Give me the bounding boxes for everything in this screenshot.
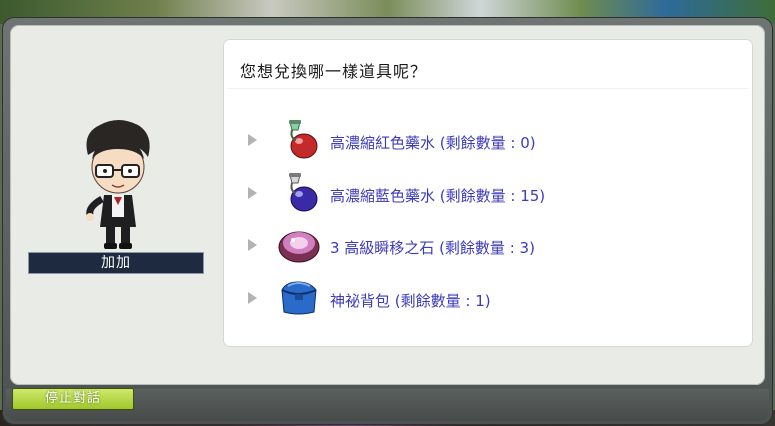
red-potion-icon xyxy=(289,120,318,159)
option-blue-potion[interactable]: 高濃縮藍色藥水 (剩餘數量 : 15) xyxy=(248,173,738,213)
option-teleport-rock[interactable]: 3 高級瞬移之石 (剩餘數量 : 3) xyxy=(248,225,738,265)
arrow-right-icon xyxy=(248,134,257,146)
arrow-right-icon xyxy=(248,187,257,199)
divider xyxy=(228,88,748,89)
option-label: 高濃縮藍色藥水 (剩餘數量 : 15) xyxy=(330,187,546,205)
mystery-bag-icon xyxy=(281,281,317,315)
option-mystery-bag[interactable]: 神祕背包 (剩餘數量 : 1) xyxy=(248,278,738,318)
arrow-right-icon xyxy=(248,239,257,251)
teleport-rock-icon xyxy=(278,231,320,263)
dialog-content-panel: 您想兌換哪一樣道具呢？ 高濃縮紅色藥水 (剩餘數量 : 0) 高濃縮藍色藥水 (… xyxy=(224,40,752,346)
stop-conversation-button[interactable]: 停止對話 xyxy=(12,388,134,410)
npc-name-plate: 加加 xyxy=(28,252,204,274)
option-label: 神祕背包 (剩餘數量 : 1) xyxy=(330,292,491,310)
option-red-potion[interactable]: 高濃縮紅色藥水 (剩餘數量 : 0) xyxy=(248,120,738,160)
option-label: 3 高級瞬移之石 (剩餘數量 : 3) xyxy=(330,239,535,257)
blue-potion-icon xyxy=(289,173,318,212)
npc-portrait xyxy=(86,120,150,249)
option-label: 高濃縮紅色藥水 (剩餘數量 : 0) xyxy=(330,134,536,152)
dialog-question: 您想兌換哪一樣道具呢？ xyxy=(240,62,428,81)
arrow-right-icon xyxy=(248,292,257,304)
